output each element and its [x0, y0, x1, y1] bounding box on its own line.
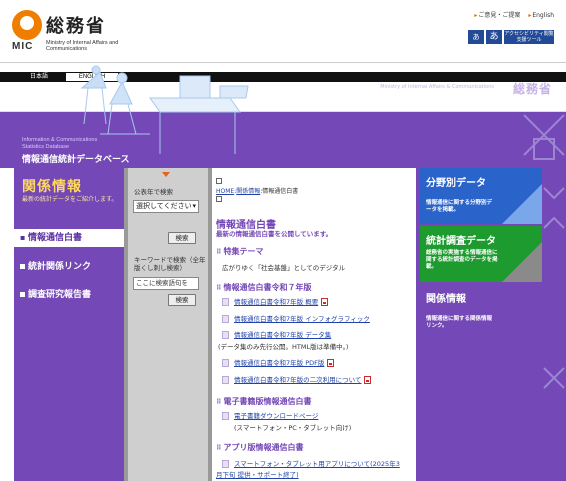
logo-english: Ministry of Internal Affairs and Communi…	[46, 40, 119, 52]
r7-infographic-link[interactable]: 情報通信白書令和7年版 インフォグラフィック	[222, 313, 370, 323]
year-search-button[interactable]: 検索	[168, 232, 196, 244]
document-icon	[222, 376, 229, 384]
related-info-box[interactable]: 関係情報 情報通信に関する関係情報リンク。	[420, 284, 542, 340]
search-panel: 公表年で検索 選択してください 検索 キーワードで検索（全年版くし刺し検索） こ…	[124, 168, 208, 481]
page-subtitle: 最新の情報通信白書を公開しています。	[216, 230, 333, 238]
sidebar-item-research-reports[interactable]: 調査研究報告書	[14, 286, 124, 304]
keyword-search-label: キーワードで検索（全年版くし刺し検索）	[134, 256, 206, 272]
decorative-pattern	[502, 184, 542, 224]
logo-japanese: 総務省	[46, 16, 106, 37]
mic-logo-icon	[12, 10, 42, 40]
theme-text: 広がりゆく「社会基盤」としてのデジタル	[222, 264, 346, 272]
section-app-heading: アプリ版情報通信白書	[216, 442, 303, 453]
breadcrumb-home[interactable]: HOME	[216, 188, 234, 195]
breadcrumb-current: 情報通信白書	[262, 188, 299, 195]
site-header: 総務省 MIC Ministry of Internal Affairs and…	[0, 0, 566, 66]
arrow-down-icon	[162, 172, 170, 177]
document-icon	[222, 412, 229, 420]
survey-data-desc: 総務省の実施する情報通信に関する統計調査のデータを掲載。	[426, 250, 498, 270]
mic-logo[interactable]: 総務省 MIC Ministry of Internal Affairs and…	[12, 10, 132, 54]
year-select[interactable]: 選択してください	[133, 200, 199, 213]
related-info-title: 関係情報	[426, 294, 466, 305]
content-frame	[208, 168, 416, 481]
sidebar-item-stat-links[interactable]: 統計関係リンク	[14, 258, 124, 276]
breadcrumb: HOME:関係情報:情報通信白書	[216, 188, 299, 195]
breadcrumb-related[interactable]: 関係情報	[236, 188, 260, 195]
data-note: (データ集のみ先行公開。HTML版は準備中。)	[218, 343, 349, 351]
app-link[interactable]: スマートフォン・タブレット用アプリについて(2025年3	[222, 458, 400, 468]
ebook-download-link[interactable]: 電子書籍ダウンロードページ	[222, 410, 318, 420]
document-icon	[222, 331, 229, 339]
year-search-label: 公表年で検索	[134, 188, 173, 196]
document-icon	[222, 315, 229, 323]
section-r7-heading: 情報通信白書令和７年版	[216, 282, 311, 293]
sidebar-subtitle: 最新の統計データをご紹介します。	[22, 196, 118, 203]
r7-pdf-link[interactable]: 情報通信白書令和7年版 PDF版	[222, 357, 335, 367]
main-content: HOME:関係情報:情報通信白書 情報通信白書 最新の情報通信白書を公開していま…	[208, 168, 416, 481]
document-icon	[222, 460, 229, 468]
left-sidebar: 関係情報 最新の統計データをご紹介します。 情報通信白書 統計関係リンク 調査研…	[14, 168, 124, 481]
document-icon	[222, 298, 229, 306]
lang-japanese[interactable]: 日本語	[14, 73, 64, 81]
keyword-search-button[interactable]: 検索	[168, 294, 196, 306]
r7-secondary-use-link[interactable]: 情報通信白書令和7年版の二次利用について	[222, 374, 372, 384]
ebook-note: (スマートフォン・PC・タブレット向け)	[234, 424, 352, 432]
sidebar-item-label: 調査研究報告書	[28, 290, 92, 300]
keyword-search-input[interactable]: ここに検索語句を	[133, 277, 199, 290]
decorative-pattern	[502, 242, 542, 282]
pdf-icon	[327, 359, 335, 367]
english-link[interactable]: English	[528, 12, 554, 19]
field-data-box[interactable]: 分野別データ 情報通信に関する分野別データを掲載。	[420, 168, 542, 224]
field-data-title: 分野別データ	[426, 178, 486, 189]
r7-summary-link[interactable]: 情報通信白書令和7年版 概要	[222, 296, 329, 306]
feedback-link[interactable]: ご意見・ご提案	[474, 12, 520, 19]
section-ebook-heading: 電子書籍版情報通信白書	[216, 396, 311, 407]
database-name-en: Information & Communications Statistics …	[22, 137, 98, 150]
font-size-large-button[interactable]: あ	[486, 30, 502, 44]
checkbox-icon	[216, 196, 222, 202]
sidebar-title: 関係情報	[22, 179, 82, 195]
database-name-ja: 情報通信統計データベース	[22, 155, 130, 165]
sidebar-item-white-paper[interactable]: 情報通信白書	[14, 229, 124, 247]
sidebar-item-label: 統計関係リンク	[28, 262, 92, 272]
related-info-desc: 情報通信に関する関係情報リンク。	[426, 316, 493, 329]
field-data-desc: 情報通信に関する分野別データを掲載。	[426, 200, 493, 213]
section-theme-heading: 特集テーマ	[216, 246, 263, 257]
checkbox-icon	[216, 178, 222, 184]
r7-data-link[interactable]: 情報通信白書令和7年版 データ集	[222, 329, 331, 339]
accessibility-tool-button[interactable]: アクセシビリティ閲覧支援ツール	[504, 30, 554, 44]
banner-ministry-en: Ministry of Internal Affairs & Communica…	[380, 84, 494, 90]
decorative-pattern-top	[523, 114, 565, 160]
survey-data-title: 統計調査データ	[426, 236, 496, 247]
right-sidebar: 分野別データ 情報通信に関する分野別データを掲載。 統計調査データ 総務省の実施…	[416, 168, 566, 481]
pdf-icon	[364, 376, 372, 384]
decorative-pattern-side	[543, 187, 565, 389]
sidebar-item-label: 情報通信白書	[28, 233, 83, 243]
document-icon	[222, 359, 229, 367]
accessibility-tools: あ あ アクセシビリティ閲覧支援ツール	[468, 30, 554, 44]
app-link-continued[interactable]: 月下旬 提供・サポート終了)	[216, 469, 299, 479]
header-divider	[0, 62, 566, 63]
pdf-icon	[321, 298, 329, 306]
survey-data-box[interactable]: 統計調査データ 総務省の実施する情報通信に関する統計調査のデータを掲載。	[420, 226, 542, 282]
header-links: ご意見・ご提案 English	[468, 10, 554, 19]
font-size-small-button[interactable]: あ	[468, 30, 484, 44]
logo-mic: MIC	[12, 41, 34, 52]
year-select-value: 選択してください	[136, 202, 192, 210]
